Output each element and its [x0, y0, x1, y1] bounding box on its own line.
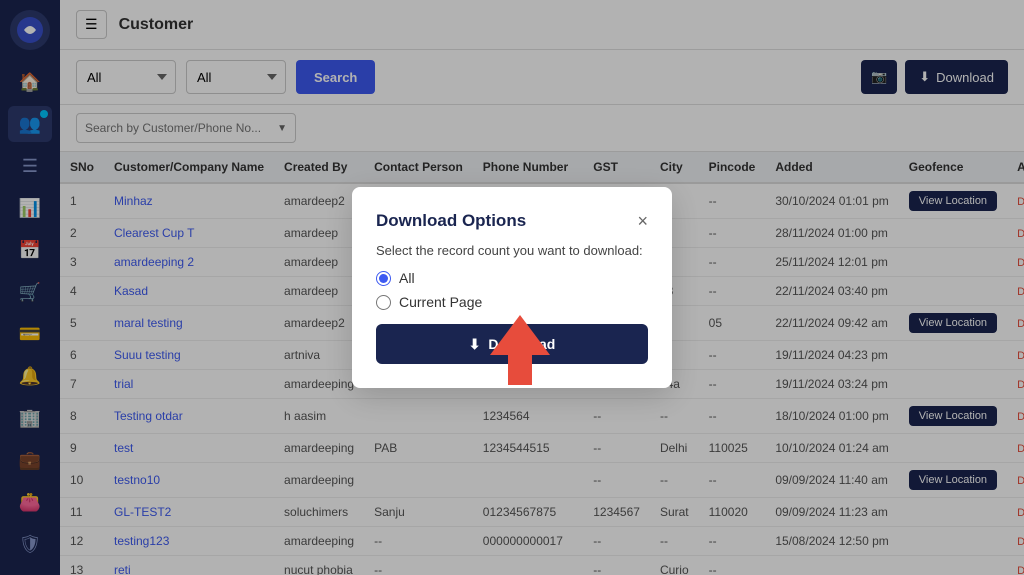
- modal-title: Download Options: [376, 211, 526, 231]
- radio-page-label: Current Page: [399, 294, 482, 310]
- radio-option-page[interactable]: Current Page: [376, 294, 648, 310]
- radio-all[interactable]: [376, 271, 391, 286]
- modal-close-button[interactable]: ×: [637, 212, 648, 230]
- modal-download-button[interactable]: ⬇ Download: [376, 324, 648, 364]
- radio-all-label: All: [399, 270, 415, 286]
- radio-current-page[interactable]: [376, 295, 391, 310]
- modal-body: Select the record count you want to down…: [376, 243, 648, 310]
- modal-overlay: Download Options × Select the record cou…: [0, 0, 1024, 575]
- modal-download-label: Download: [488, 336, 555, 352]
- modal-download-icon: ⬇: [469, 336, 481, 353]
- download-options-modal: Download Options × Select the record cou…: [352, 187, 672, 388]
- modal-header: Download Options ×: [376, 211, 648, 231]
- radio-option-all[interactable]: All: [376, 270, 648, 286]
- modal-description: Select the record count you want to down…: [376, 243, 648, 258]
